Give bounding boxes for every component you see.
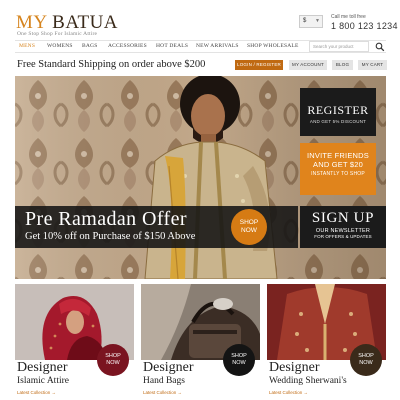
login-register-button[interactable]: LOGIN / REGISTER — [235, 60, 283, 70]
chevron-down-icon: ▼ — [315, 18, 320, 24]
tile-subtitle-islamic-attire: Islamic Attire — [17, 376, 69, 386]
tile-subtitle-hand-bags: Hand Bags — [143, 376, 185, 386]
tile-shop-label: SHOP — [231, 353, 247, 359]
hero-shop-now-button[interactable]: SHOP NOW — [231, 209, 267, 245]
tile-now-label: NOW — [359, 360, 373, 366]
invite-line-1: INVITE FRIENDS — [307, 151, 369, 160]
tile-title-3: Designer — [269, 360, 320, 375]
nav-item-bags[interactable]: BAGS — [82, 43, 97, 49]
invite-subtitle: INSTANTLY TO SHOP — [311, 171, 365, 177]
nav-item-shop-wholesale[interactable]: SHOP WHOLESALE — [247, 43, 299, 49]
blog-button[interactable]: BLOG — [332, 60, 353, 70]
call-label: Call me toll free — [331, 14, 366, 20]
tile-link-label: Latest Collection — [17, 390, 51, 395]
arrow-right-icon: → — [51, 390, 57, 395]
hero-shop-label: SHOP — [239, 219, 259, 226]
logo-batua: BATUA — [52, 12, 119, 33]
tile-shop-now-button-3[interactable]: SHOP NOW — [350, 344, 382, 376]
nav-item-mens[interactable]: MENS — [19, 43, 35, 49]
tile-shop-now-button-2[interactable]: SHOP NOW — [223, 344, 255, 376]
tile-shop-label: SHOP — [358, 353, 374, 359]
tile-title-1: Designer — [17, 360, 68, 375]
signup-subtitle-2: FOR OFFERS & UPDATES — [314, 234, 372, 239]
logo-my: MY — [16, 12, 47, 33]
tile-link-hand-bags[interactable]: Latest Collection → — [143, 390, 182, 395]
tile-link-wedding-sherwanis[interactable]: Latest Collection → — [269, 390, 308, 395]
my-cart-button[interactable]: MY CART — [358, 60, 387, 70]
hero-now-label: NOW — [241, 227, 257, 234]
shipping-banner: Free Standard Shipping on order above $2… — [17, 59, 206, 70]
offer-title: Pre Ramadan Offer — [25, 208, 187, 230]
newsletter-signup[interactable]: SIGN UP OUR NEWSLETTER FOR OFFERS & UPDA… — [300, 206, 386, 248]
tile-title-2: Designer — [143, 360, 194, 375]
search-icon[interactable] — [375, 42, 385, 52]
nav-item-hot-deals[interactable]: HOT DEALS — [156, 43, 188, 49]
register-subtitle: AND GET 5% DISCOUNT — [309, 119, 367, 124]
tagline: One Stop Shop For Islamic Attire — [17, 31, 98, 37]
search-input[interactable]: Search your product — [309, 41, 369, 52]
arrow-right-icon: → — [177, 390, 183, 395]
tile-link-label: Latest Collection — [269, 390, 303, 395]
tile-shop-now-button-1[interactable]: SHOP NOW — [97, 344, 129, 376]
currency-value: $ — [303, 18, 307, 24]
nav-item-womens[interactable]: WOMENS — [47, 43, 73, 49]
tile-subtitle-wedding-sherwanis: Wedding Sherwani's — [269, 376, 347, 386]
invite-friends-promo[interactable]: INVITE FRIENDS AND GET $20 INSTANTLY TO … — [300, 143, 376, 195]
currency-select[interactable]: $ ▼ — [299, 15, 323, 28]
tile-link-islamic-attire[interactable]: Latest Collection → — [17, 390, 56, 395]
tile-shop-label: SHOP — [105, 353, 121, 359]
arrow-right-icon: → — [303, 390, 309, 395]
register-promo[interactable]: REGISTER AND GET 5% DISCOUNT — [300, 88, 376, 136]
offer-subtitle: Get 10% off on Purchase of $150 Above — [25, 231, 196, 242]
tile-now-label: NOW — [106, 360, 120, 366]
invite-line-2: AND GET $20 — [313, 160, 363, 169]
signup-title: SIGN UP — [311, 210, 375, 226]
tile-link-label: Latest Collection — [143, 390, 177, 395]
register-title: REGISTER — [307, 103, 369, 117]
call-number: 1 800 123 1234 — [331, 21, 398, 31]
nav-item-accessories[interactable]: ACCESSORIES — [108, 43, 147, 49]
my-account-button[interactable]: MY ACCOUNT — [289, 60, 327, 70]
tile-now-label: NOW — [232, 360, 246, 366]
nav-item-new-arrivals[interactable]: NEW ARRIVALS — [196, 43, 239, 49]
